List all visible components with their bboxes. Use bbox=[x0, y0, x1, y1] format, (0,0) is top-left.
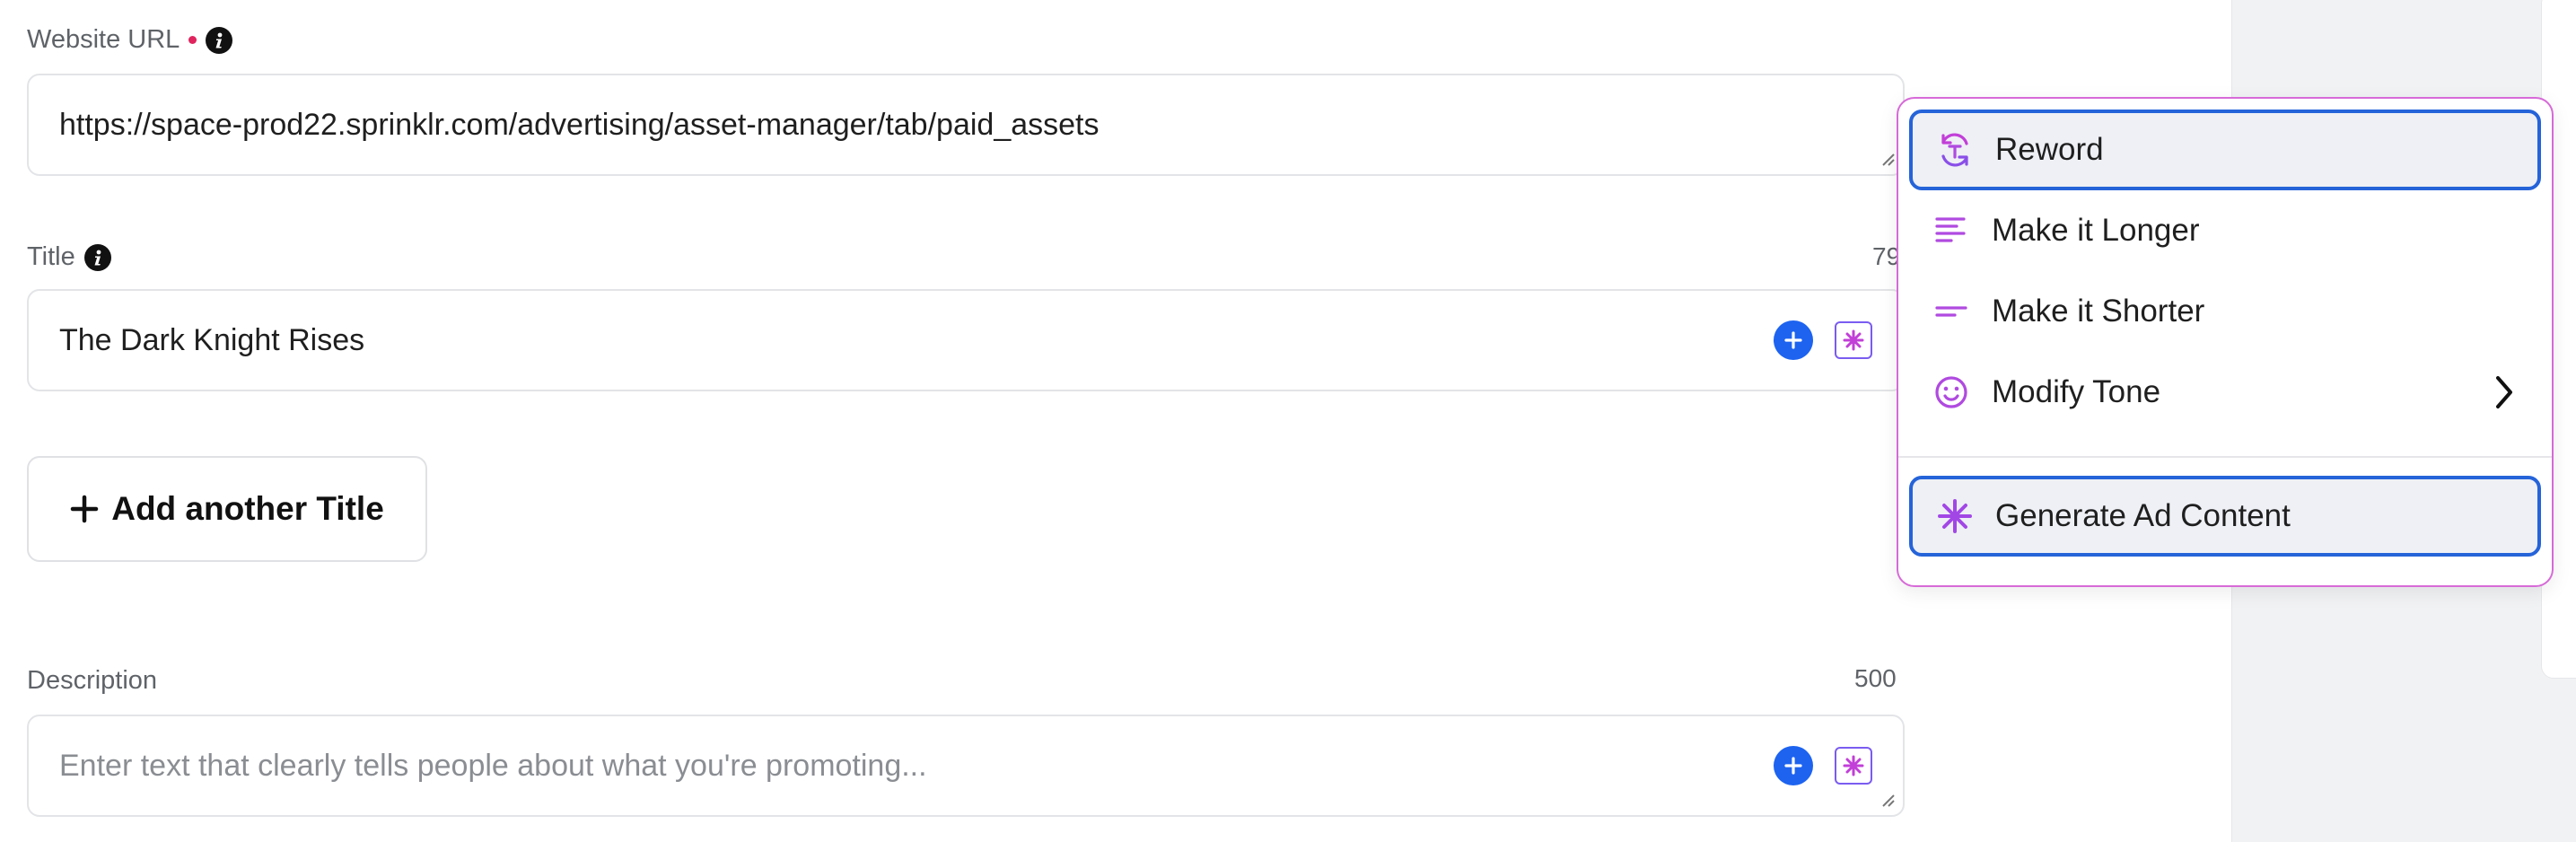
insert-plus-button[interactable] bbox=[1774, 746, 1813, 785]
ai-actions-menu: Reword Make it Longer Make it Shorter Mo… bbox=[1897, 97, 2554, 587]
insert-plus-button[interactable] bbox=[1774, 320, 1813, 360]
menu-item-label: Generate Ad Content bbox=[1995, 498, 2291, 533]
menu-item-label: Make it Shorter bbox=[1992, 294, 2205, 329]
title-label: Title bbox=[27, 242, 111, 272]
ad-editor-page: Website URL https://space-prod22.sprinkl… bbox=[0, 0, 2576, 842]
website-url-label-text: Website URL bbox=[27, 25, 180, 54]
ai-assist-button[interactable] bbox=[1835, 321, 1872, 359]
plus-icon bbox=[1784, 331, 1802, 349]
sparkle-icon bbox=[1843, 755, 1864, 776]
sparkle-icon bbox=[1843, 329, 1864, 351]
resize-grip-icon[interactable] bbox=[1879, 792, 1896, 808]
title-value[interactable]: The Dark Knight Rises bbox=[59, 323, 1872, 358]
website-url-value[interactable]: https://space-prod22.sprinklr.com/advert… bbox=[59, 108, 1872, 143]
required-indicator bbox=[188, 36, 197, 44]
website-url-field[interactable]: https://space-prod22.sprinklr.com/advert… bbox=[27, 74, 1905, 176]
menu-divider bbox=[1898, 456, 2552, 458]
title-field[interactable]: The Dark Knight Rises bbox=[27, 289, 1905, 391]
reword-icon bbox=[1936, 131, 1974, 169]
description-label: Description bbox=[27, 666, 157, 696]
info-icon[interactable] bbox=[83, 243, 111, 271]
chevron-right-icon bbox=[2496, 376, 2512, 408]
menu-item-make-shorter[interactable]: Make it Shorter bbox=[1909, 271, 2541, 352]
menu-item-reword[interactable]: Reword bbox=[1909, 110, 2541, 190]
menu-item-label: Make it Longer bbox=[1992, 213, 2200, 248]
ai-assist-button[interactable] bbox=[1835, 747, 1872, 785]
plus-icon bbox=[70, 495, 99, 523]
add-another-title-button[interactable]: Add another Title bbox=[27, 456, 427, 562]
menu-item-label: Modify Tone bbox=[1992, 374, 2161, 409]
menu-item-generate-ad-content[interactable]: Generate Ad Content bbox=[1909, 476, 2541, 557]
resize-grip-icon[interactable] bbox=[1879, 151, 1896, 167]
menu-item-make-longer[interactable]: Make it Longer bbox=[1909, 190, 2541, 271]
smiley-icon bbox=[1932, 373, 1970, 411]
website-url-label: Website URL bbox=[27, 25, 233, 55]
add-another-title-label: Add another Title bbox=[111, 490, 384, 527]
description-char-counter: 500 bbox=[1854, 664, 1897, 692]
description-placeholder[interactable]: Enter text that clearly tells people abo… bbox=[59, 749, 1872, 784]
plus-icon bbox=[1784, 757, 1802, 775]
menu-item-label: Reword bbox=[1995, 132, 2104, 167]
lines-short-icon bbox=[1932, 293, 1970, 330]
description-label-text: Description bbox=[27, 666, 158, 695]
info-icon[interactable] bbox=[206, 26, 233, 54]
lines-long-icon bbox=[1932, 212, 1970, 250]
title-label-text: Title bbox=[27, 242, 75, 271]
description-field[interactable]: Enter text that clearly tells people abo… bbox=[27, 715, 1905, 817]
sparkle-icon bbox=[1936, 497, 1974, 535]
menu-item-modify-tone[interactable]: Modify Tone bbox=[1909, 352, 2541, 433]
